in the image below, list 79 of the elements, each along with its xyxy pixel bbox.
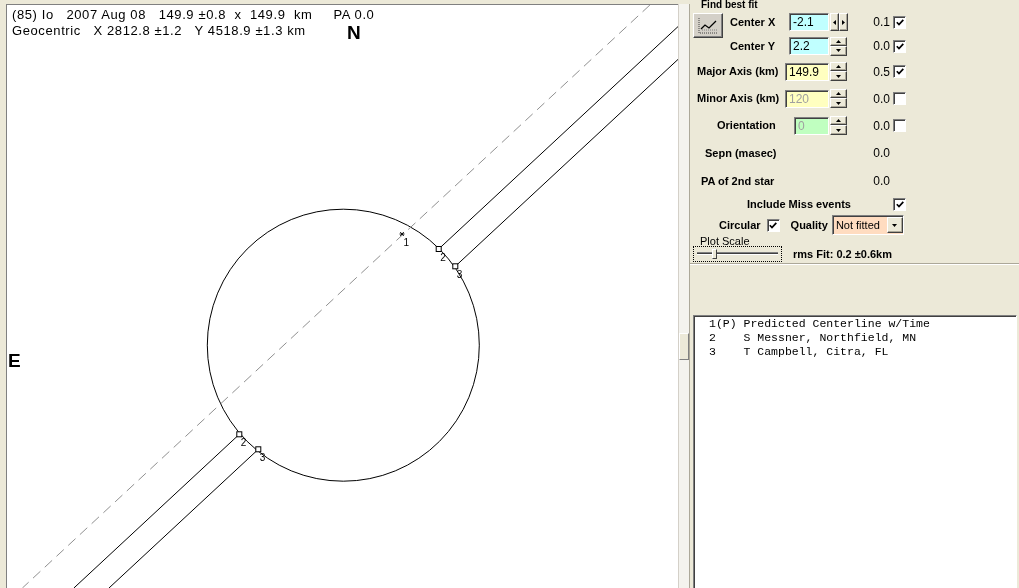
param-label: Center X: [730, 15, 776, 29]
plot-caption: (85) Io 2007 Aug 08 149.9 ±0.8 x 149.9 km PA 0.0: [12, 7, 375, 23]
checkmark-icon: [895, 18, 904, 26]
line-chart-icon: [697, 16, 719, 35]
scrollbar-track[interactable]: [678, 4, 690, 588]
spin-up-button[interactable]: [830, 62, 847, 71]
param-label: Orientation: [717, 119, 776, 132]
param-label: Minor Axis (km): [697, 92, 780, 105]
checkbox[interactable]: [893, 198, 906, 211]
square-marker-icon: [236, 431, 243, 438]
left-arrow-icon: [833, 19, 836, 25]
asterisk-icon: [399, 231, 405, 237]
spin-down-button[interactable]: [830, 45, 847, 56]
quality-label: Quality: [790, 218, 828, 232]
down-arrow-icon: [836, 49, 841, 52]
slider-track[interactable]: [697, 249, 778, 259]
plot-caption: Geocentric X 2812.8 ±1.2 Y 4518.9 ±1.3 km: [12, 23, 306, 39]
chord-label: 3: [259, 451, 266, 463]
slider-thumb[interactable]: [712, 249, 718, 259]
include-miss-label: Include Miss events: [747, 198, 851, 211]
up-arrow-icon: [836, 92, 841, 95]
square-marker-icon: [255, 446, 262, 453]
checkmark-icon: [769, 221, 778, 229]
dropdown-button[interactable]: [886, 217, 903, 233]
stat-label: PA of 2nd star: [701, 174, 775, 188]
circular-label: Circular: [719, 218, 761, 232]
up-arrow-icon: [836, 65, 841, 68]
step-value: 0.1: [873, 15, 890, 29]
stat-value: 0.0: [873, 174, 890, 188]
stat-label: Sepn (masec): [705, 146, 777, 160]
down-arrow-icon: [892, 223, 898, 227]
fit-graph-button[interactable]: [693, 13, 723, 38]
spin-down-button[interactable]: [830, 125, 847, 135]
list-item[interactable]: 3 T Campbell, Citra, FL: [709, 345, 889, 359]
up-arrow-icon: [836, 119, 841, 122]
param-label: Center Y: [730, 39, 776, 53]
step-value: 0.0: [873, 118, 890, 133]
spin-up-button[interactable]: [830, 89, 847, 98]
step-value: 0.0: [873, 91, 890, 106]
chord-label: 2: [240, 436, 247, 448]
param-label: Major Axis (km): [697, 65, 779, 78]
spin-down-button[interactable]: [830, 71, 847, 81]
spin-down-button[interactable]: [830, 98, 847, 108]
checkbox[interactable]: [893, 15, 906, 29]
spin-up-button[interactable]: [830, 36, 847, 46]
checkbox[interactable]: [893, 65, 906, 78]
scrollbar-thumb[interactable]: [679, 333, 689, 360]
plot-scale-label: Plot Scale: [700, 236, 750, 246]
number-field[interactable]: 2.2: [789, 37, 829, 55]
east-label: E: [8, 351, 21, 370]
observer-list[interactable]: 1(P) Predicted Centerline w/Time 2 S Messner, Northfield, MN 3 T Campbell, Citra, FL: [693, 315, 1017, 588]
chord-label: 1: [403, 236, 410, 248]
plot-scale-slider[interactable]: [693, 246, 782, 262]
spin-left-button[interactable]: [830, 13, 839, 31]
square-marker-icon: [435, 246, 442, 252]
list-item[interactable]: 2 S Messner, Northfield, MN: [709, 331, 917, 345]
step-value: 0.0: [873, 39, 890, 53]
step-value: 0.5: [873, 64, 890, 79]
number-field[interactable]: 149.9: [785, 62, 829, 81]
list-item[interactable]: 1(P) Predicted Centerline w/Time: [709, 317, 930, 331]
square-marker-icon: [452, 263, 459, 270]
right-arrow-icon: [842, 19, 845, 25]
checkbox[interactable]: [766, 218, 780, 232]
rms-fit-text: rms Fit: 0.2 ±0.6km: [793, 247, 892, 262]
down-arrow-icon: [836, 74, 841, 78]
checkmark-icon: [895, 42, 904, 50]
number-field[interactable]: -2.1: [789, 13, 829, 31]
spin-up-button[interactable]: [830, 116, 847, 125]
up-arrow-icon: [836, 39, 841, 43]
group-title: Find best fit: [701, 0, 758, 10]
stat-value: 0.0: [873, 146, 890, 160]
quality-dropdown[interactable]: Not fitted: [831, 215, 904, 235]
spin-right-button[interactable]: [839, 13, 848, 31]
down-arrow-icon: [836, 128, 841, 132]
checkmark-icon: [895, 201, 904, 208]
checkbox[interactable]: [893, 39, 906, 53]
north-label: N: [347, 23, 361, 42]
checkmark-icon: [895, 68, 904, 75]
down-arrow-icon: [836, 101, 841, 105]
